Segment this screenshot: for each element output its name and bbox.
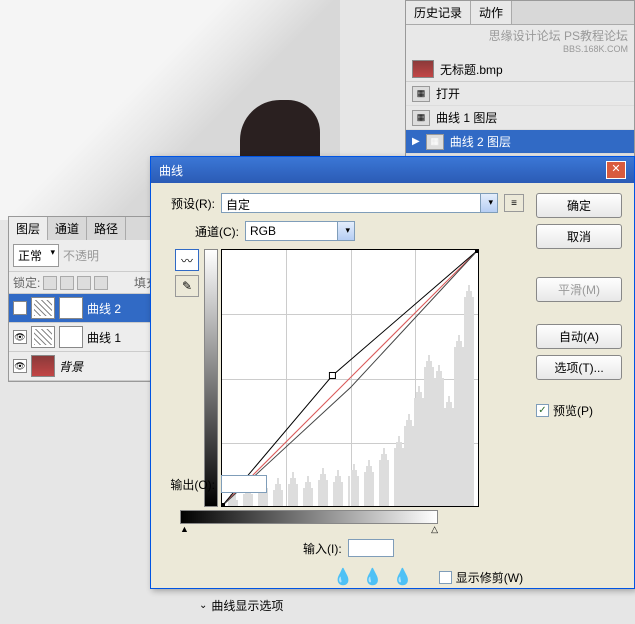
expand-label: 曲线显示选项 [211,597,283,614]
tab-channels[interactable]: 通道 [48,217,87,240]
history-file-row[interactable]: 无标题.bmp [406,57,634,82]
auto-button[interactable]: 自动(A) [536,324,622,349]
black-eyedropper-icon[interactable]: 💧 [333,567,353,587]
input-input[interactable] [348,539,394,557]
white-eyedropper-icon[interactable]: 💧 [393,567,413,587]
layers-panel: 图层 通道 路径 正常 不透明 锁定: 填充 👁 曲线 2 👁 曲线 1 👁 背… [8,216,163,382]
lock-label: 锁定: [13,274,40,291]
dialog-left: 预设(R): 自定 ≡ 通道(C): RGB 〰 ✎ ▲ [163,193,524,614]
tab-history[interactable]: 历史记录 [406,1,471,24]
output-gradient [204,249,218,507]
preset-label: 预设(R): [163,195,215,212]
adjustment-thumb [31,297,55,319]
lock-row: 锁定: 填充 [9,271,162,294]
curves-chart[interactable] [221,249,479,507]
cancel-button[interactable]: 取消 [536,224,622,249]
file-name: 无标题.bmp [440,61,503,78]
curves-dialog: 曲线 ✕ 预设(R): 自定 ≡ 通道(C): RGB 〰 ✎ [150,156,635,589]
eyedropper-row: 💧 💧 💧 显示修剪(W) [333,567,524,587]
input-gradient [180,510,438,524]
curve-point-tool[interactable]: 〰 [175,249,199,271]
show-clip-row: 显示修剪(W) [439,569,523,586]
history-item-curves1[interactable]: ▦ 曲线 1 图层 [406,106,634,130]
layer-curves2[interactable]: 👁 曲线 2 [9,294,162,323]
visibility-icon[interactable]: 👁 [13,330,27,344]
layer-name: 曲线 2 [87,300,121,317]
layer-background[interactable]: 👁 背景 [9,352,162,381]
input-label: 输入(I): [303,540,342,557]
channel-row: 通道(C): RGB [187,221,524,241]
tab-layers[interactable]: 图层 [9,217,48,240]
lock-pixels-icon[interactable] [60,276,74,290]
dialog-body: 预设(R): 自定 ≡ 通道(C): RGB 〰 ✎ ▲ [151,183,634,624]
watermark: 思缘设计论坛 PS教程论坛 BBS.168K.COM [406,25,634,57]
layers-tabs: 图层 通道 路径 [9,217,162,240]
input-row: 输入(I): [303,539,524,557]
blend-row: 正常 不透明 [9,240,162,271]
bg-thumb [31,355,55,377]
layer-icon: ▦ [426,134,444,150]
show-clip-checkbox[interactable] [439,571,452,584]
preset-row: 预设(R): 自定 ≡ [163,193,524,213]
brush-icon: ▶ [412,136,420,147]
black-point-slider[interactable]: ▲ [180,524,189,535]
curve-area: 〰 ✎ [175,249,524,507]
tab-actions[interactable]: 动作 [471,1,512,24]
visibility-icon[interactable]: 👁 [13,301,27,315]
lock-transparent-icon[interactable] [43,276,57,290]
layer-name: 曲线 1 [87,329,121,346]
mask-thumb [59,297,83,319]
dialog-buttons: 确定 取消 平滑(M) 自动(A) 选项(T)... ✓ 预览(P) [536,193,622,614]
history-tabs: 历史记录 动作 [406,1,634,25]
channel-select[interactable]: RGB [245,221,355,241]
output-row: 输出(O): [163,475,267,493]
curve-tools: 〰 ✎ [175,249,201,507]
output-label: 输出(O): [163,476,215,493]
chevron-down-icon: ⌄ [199,600,207,611]
layer-curves1[interactable]: 👁 曲线 1 [9,323,162,352]
chart-wrap [221,249,479,507]
history-panel: 历史记录 动作 思缘设计论坛 PS教程论坛 BBS.168K.COM 无标题.b… [405,0,635,179]
white-point-slider[interactable]: △ [431,524,438,535]
curve-pencil-tool[interactable]: ✎ [175,275,199,297]
layer-icon: ▦ [412,110,430,126]
close-button[interactable]: ✕ [606,161,626,179]
blend-mode-select[interactable]: 正常 [13,244,59,267]
open-icon: ▦ [412,86,430,102]
adjustment-thumb [31,326,55,348]
preview-label: 预览(P) [553,402,593,419]
tab-paths[interactable]: 路径 [87,217,126,240]
output-input[interactable] [221,475,267,493]
layer-name: 背景 [59,358,83,375]
opacity-label: 不透明 [63,247,99,264]
lock-position-icon[interactable] [77,276,91,290]
smooth-button[interactable]: 平滑(M) [536,277,622,302]
file-thumb [412,60,434,78]
preset-menu-icon[interactable]: ≡ [504,194,524,212]
mask-thumb [59,326,83,348]
dialog-titlebar[interactable]: 曲线 ✕ [151,157,634,183]
ok-button[interactable]: 确定 [536,193,622,218]
show-clip-label: 显示修剪(W) [456,569,523,586]
preview-checkbox[interactable]: ✓ [536,404,549,417]
options-button[interactable]: 选项(T)... [536,355,622,380]
lock-all-icon[interactable] [94,276,108,290]
history-item-curves2[interactable]: ▶ ▦ 曲线 2 图层 [406,130,634,154]
history-item-open[interactable]: ▦ 打开 [406,82,634,106]
preview-row: ✓ 预览(P) [536,402,622,419]
dialog-title: 曲线 [159,162,183,179]
expand-options[interactable]: ⌄ 曲线显示选项 [199,597,524,614]
gray-eyedropper-icon[interactable]: 💧 [363,567,383,587]
preset-select[interactable]: 自定 [221,193,498,213]
slider-markers: ▲ △ [180,524,438,535]
channel-label: 通道(C): [187,223,239,240]
visibility-icon[interactable]: 👁 [13,359,27,373]
